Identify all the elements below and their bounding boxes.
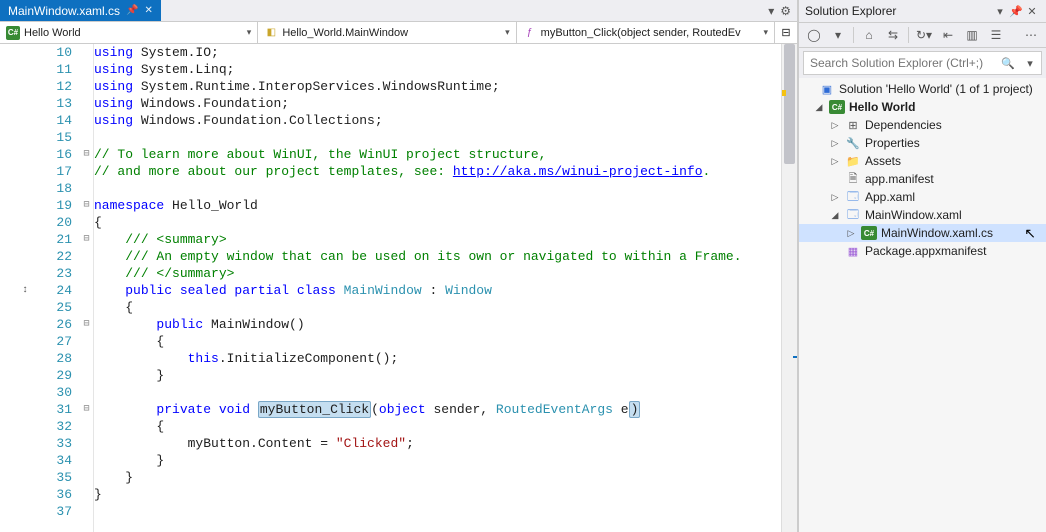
tree-dependencies[interactable]: ▷ ⊞ Dependencies — [799, 116, 1046, 134]
expander-icon[interactable]: ▷ — [829, 156, 841, 167]
tree-app-xaml[interactable]: ▷ 🗔 App.xaml — [799, 188, 1046, 206]
tab-dropdown-icon[interactable]: ▾ — [768, 4, 774, 18]
refresh-icon[interactable]: ↻▾ — [913, 25, 935, 45]
solution-root[interactable]: ▣ Solution 'Hello World' (1 of 1 project… — [799, 80, 1046, 98]
separator — [853, 27, 854, 43]
nav-class[interactable]: ◧ Hello_World.MainWindow ▾ — [258, 22, 516, 43]
home-icon[interactable]: ⌂ — [858, 25, 880, 45]
tree-label: MainWindow.xaml — [865, 208, 962, 222]
tab-label: MainWindow.xaml.cs — [8, 4, 120, 18]
panel-titlebar[interactable]: Solution Explorer ▾ 📌 ✕ — [799, 0, 1046, 22]
class-icon: ◧ — [264, 26, 278, 40]
nav-class-label: Hello_World.MainWindow — [282, 27, 408, 39]
nav-scope-label: Hello World — [24, 27, 81, 39]
expander-icon[interactable]: ▷ — [845, 228, 857, 239]
editor-pane: MainWindow.xaml.cs 📌 ✕ ▾ ⚙ C# Hello Worl… — [0, 0, 798, 532]
search-icon[interactable]: 🔍 — [997, 57, 1019, 70]
pin-icon[interactable]: 📌 — [126, 5, 138, 16]
nav-split-button[interactable]: ⊟ — [775, 22, 797, 43]
xaml-icon: 🗔 — [845, 190, 861, 204]
panel-pin-icon[interactable]: 📌 — [1008, 5, 1024, 18]
properties-icon[interactable]: ☰ — [985, 25, 1007, 45]
track-changes-icon: ↕ — [22, 282, 28, 299]
tree-label: Dependencies — [865, 118, 942, 132]
nav-member[interactable]: ƒ myButton_Click(object sender, RoutedEv… — [517, 22, 775, 43]
csharp-project-icon: C# — [6, 26, 20, 40]
csharp-project-icon: C# — [829, 100, 845, 114]
tree-mainwindow-xaml[interactable]: ◢ 🗔 MainWindow.xaml — [799, 206, 1046, 224]
expander-icon[interactable]: ◢ — [829, 210, 841, 221]
chevron-down-icon: ▾ — [763, 27, 768, 38]
tab-gear-icon[interactable]: ⚙ — [780, 4, 791, 18]
tree-label: App.xaml — [865, 190, 915, 204]
wrench-icon: 🔧 — [845, 136, 861, 150]
document-tab-row: MainWindow.xaml.cs 📌 ✕ ▾ ⚙ — [0, 0, 797, 22]
tree-app-manifest[interactable]: 🗎 app.manifest — [799, 170, 1046, 188]
expander-icon[interactable]: ▷ — [829, 138, 841, 149]
sync-active-doc-icon[interactable]: ⇆ — [882, 25, 904, 45]
expander-icon[interactable]: ▷ — [829, 192, 841, 203]
tree-label: app.manifest — [865, 172, 934, 186]
outlining-column[interactable]: ⊟⊟⊟⊟⊟ — [80, 44, 94, 532]
tree-label: MainWindow.xaml.cs — [881, 226, 993, 240]
expander-icon[interactable]: ◢ — [813, 102, 825, 113]
tree-package-manifest[interactable]: ▦ Package.appxmanifest — [799, 242, 1046, 260]
scrollbar-thumb[interactable] — [784, 44, 795, 164]
navigation-bar: C# Hello World ▾ ◧ Hello_World.MainWindo… — [0, 22, 797, 44]
tree-mainwindow-cs[interactable]: ▷ C# MainWindow.xaml.cs ↖ — [799, 224, 1046, 242]
collapse-all-icon[interactable]: ⇤ — [937, 25, 959, 45]
margin-indicator-column: ↕ — [0, 44, 36, 532]
scrollbar-marker — [782, 90, 786, 96]
tab-mainwindow-cs[interactable]: MainWindow.xaml.cs 📌 ✕ — [0, 0, 161, 21]
solution-explorer-panel: Solution Explorer ▾ 📌 ✕ ◯ ▾ ⌂ ⇆ ↻▾ ⇤ ▥ ☰… — [798, 0, 1046, 532]
tree-label: Properties — [865, 136, 920, 150]
chevron-down-icon: ▾ — [247, 27, 252, 38]
show-all-files-icon[interactable]: ▥ — [961, 25, 983, 45]
tree-label: Package.appxmanifest — [865, 244, 986, 258]
solution-icon: ▣ — [819, 82, 835, 96]
tree-assets[interactable]: ▷ 📁 Assets — [799, 152, 1046, 170]
tree-label: Assets — [865, 154, 901, 168]
solution-root-label: Solution 'Hello World' (1 of 1 project) — [839, 82, 1033, 96]
nav-scope[interactable]: C# Hello World ▾ — [0, 22, 258, 43]
vertical-scrollbar[interactable] — [781, 44, 797, 532]
expander-icon[interactable]: ▷ — [829, 120, 841, 131]
code-editor[interactable]: ↕ 10111213141516171819202122232425262728… — [0, 44, 797, 532]
forward-icon[interactable]: ▾ — [827, 25, 849, 45]
scrollbar-caret-marker — [793, 356, 797, 358]
method-icon: ƒ — [523, 26, 537, 40]
file-icon: 🗎 — [845, 172, 861, 186]
csharp-file-icon: C# — [861, 226, 877, 240]
back-icon[interactable]: ◯ — [803, 25, 825, 45]
folder-icon: 📁 — [845, 154, 861, 168]
toolbar-overflow-icon[interactable]: ⋯ — [1020, 25, 1042, 45]
close-icon[interactable]: ✕ — [144, 5, 152, 16]
line-number-gutter: 1011121314151617181920212223242526272829… — [36, 44, 80, 532]
nav-member-label: myButton_Click(object sender, RoutedEv — [541, 27, 741, 39]
panel-dropdown-icon[interactable]: ▾ — [992, 5, 1008, 18]
solution-toolbar: ◯ ▾ ⌂ ⇆ ↻▾ ⇤ ▥ ☰ ⋯ — [799, 22, 1046, 48]
project-node[interactable]: ◢ C# Hello World — [799, 98, 1046, 116]
project-label: Hello World — [849, 100, 915, 114]
separator — [908, 27, 909, 43]
tree-properties[interactable]: ▷ 🔧 Properties — [799, 134, 1046, 152]
solution-tree[interactable]: ▣ Solution 'Hello World' (1 of 1 project… — [799, 78, 1046, 532]
xaml-icon: 🗔 — [845, 208, 861, 222]
solution-search-input[interactable] — [804, 56, 997, 70]
chevron-down-icon: ▾ — [505, 27, 510, 38]
split-icon: ⊟ — [781, 26, 790, 39]
search-options-icon[interactable]: ▾ — [1019, 57, 1041, 70]
solution-search[interactable]: 🔍 ▾ — [803, 51, 1042, 75]
panel-title-text: Solution Explorer — [805, 4, 896, 18]
panel-close-icon[interactable]: ✕ — [1024, 5, 1040, 18]
package-manifest-icon: ▦ — [845, 244, 861, 258]
mouse-cursor-icon: ↖ — [1024, 225, 1036, 242]
dependencies-icon: ⊞ — [845, 118, 861, 132]
code-text[interactable]: using System.IO;using System.Linq;using … — [94, 44, 781, 532]
